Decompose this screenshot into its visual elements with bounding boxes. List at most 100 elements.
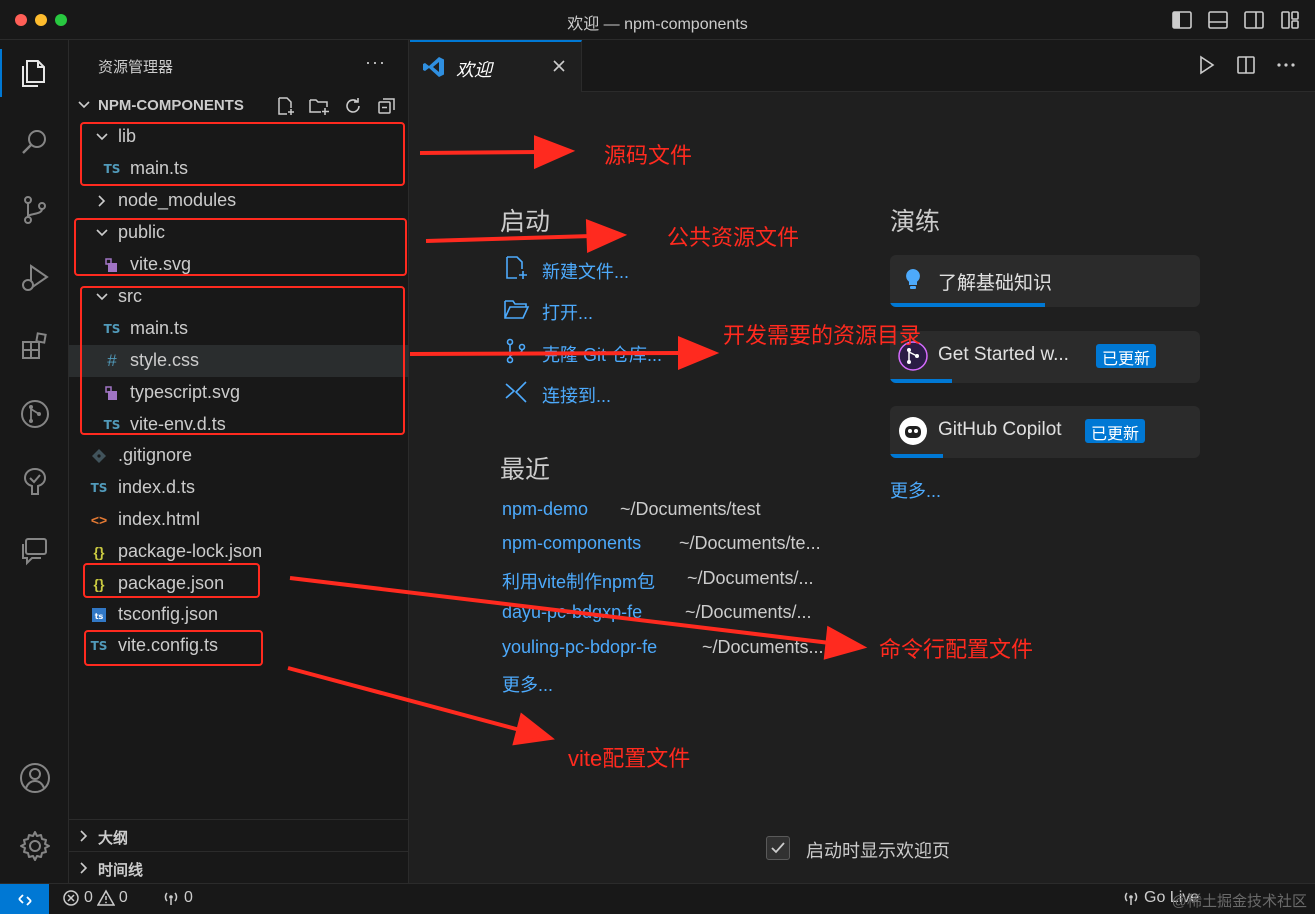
typescript-file-icon: TS	[103, 322, 121, 336]
explorer-title: 资源管理器	[98, 59, 174, 76]
new-folder-icon[interactable]	[308, 95, 330, 117]
refresh-icon[interactable]	[342, 95, 364, 117]
chevron-down-icon	[96, 293, 108, 301]
html-file-icon: <>	[90, 512, 108, 528]
tree-folder-src[interactable]: src	[69, 281, 409, 313]
outline-label: 大纲	[98, 830, 129, 847]
accounts-icon[interactable]	[0, 748, 69, 808]
tree-folder-node-modules[interactable]: node_modules	[69, 185, 409, 217]
show-welcome-label: 启动时显示欢迎页	[806, 841, 950, 861]
start-item-label: 打开...	[542, 303, 594, 323]
broadcast-icon	[1124, 892, 1138, 905]
tree-file-vite-config-ts[interactable]: TS vite.config.ts	[69, 630, 409, 662]
tree-item-label: style.css	[130, 350, 200, 370]
collapse-all-icon[interactable]	[376, 95, 398, 117]
customize-layout-icon[interactable]	[1279, 9, 1301, 31]
show-welcome-checkbox[interactable]	[766, 836, 790, 860]
activity-bar	[0, 40, 69, 883]
svg-file-icon	[105, 258, 117, 272]
tree-file-index-d-ts[interactable]: TS index.d.ts	[69, 472, 409, 504]
outline-section[interactable]: 大纲	[69, 819, 409, 851]
run-icon[interactable]	[1195, 54, 1217, 76]
new-file-link[interactable]: 新建文件...	[502, 253, 629, 283]
tree-item-label: typescript.svg	[130, 382, 241, 402]
more-actions-button[interactable]: ···	[365, 52, 386, 73]
recent-item-name[interactable]: npm-demo	[502, 499, 588, 520]
tree-file-package-json[interactable]: {} package.json	[69, 568, 409, 600]
ports-indicator[interactable]: 0	[162, 889, 193, 907]
error-count: 0	[84, 889, 93, 906]
close-icon[interactable]	[550, 57, 568, 75]
walkthroughs-heading: 演练	[890, 208, 941, 236]
editor-area: 欢迎 启动 新建文件... 打开... 克隆 Git 仓库... 连接到... …	[410, 40, 1315, 883]
source-control-icon	[506, 338, 526, 364]
json-file-icon: {}	[93, 544, 105, 560]
git-file-icon	[92, 449, 106, 463]
tree-file-gitignore[interactable]: .gitignore	[69, 440, 409, 472]
tree-file-style-css[interactable]: # style.css	[69, 345, 409, 377]
start-heading: 启动	[500, 208, 551, 236]
project-title: NPM-COMPONENTS	[98, 97, 244, 114]
toggle-primary-sidebar-icon[interactable]	[1171, 9, 1193, 31]
ports-count: 0	[184, 889, 193, 906]
search-icon[interactable]	[0, 112, 69, 172]
folder-open-icon	[504, 300, 530, 319]
tree-file-package-lock-json[interactable]: {} package-lock.json	[69, 536, 409, 568]
tree-item-label: tsconfig.json	[118, 604, 219, 624]
tree-file-vite-svg[interactable]: vite.svg	[69, 249, 409, 281]
tree-file-src-main-ts[interactable]: TS main.ts	[69, 313, 409, 345]
new-file-icon	[506, 256, 527, 279]
tree-item-label: src	[118, 286, 142, 306]
explorer-sidebar: 资源管理器 ··· NPM-COMPONENTS lib TS main.ts …	[69, 40, 409, 883]
recent-item-name[interactable]: dayu-pc-bdgxp-fe	[502, 602, 642, 623]
new-file-icon[interactable]	[274, 95, 296, 117]
tree-file-tsconfig-json[interactable]: ts tsconfig.json	[69, 599, 409, 631]
clone-git-link[interactable]: 克隆 Git 仓库...	[502, 336, 662, 366]
tree-file-typescript-svg[interactable]: typescript.svg	[69, 377, 409, 409]
split-editor-icon[interactable]	[1235, 54, 1257, 76]
walkthrough-card-basics[interactable]: 了解基础知识	[890, 255, 1200, 307]
walkthroughs-more-link[interactable]: 更多...	[890, 477, 941, 503]
chat-icon[interactable]	[0, 520, 69, 580]
recent-more-link[interactable]: 更多...	[502, 671, 553, 697]
tree-file-vite-env-d-ts[interactable]: TS vite-env.d.ts	[69, 409, 409, 441]
tree-file-lib-main-ts[interactable]: TS main.ts	[69, 153, 409, 185]
tree-file-index-html[interactable]: <> index.html	[69, 504, 409, 536]
tab-label: 欢迎	[456, 60, 492, 80]
recent-item-name[interactable]: npm-components	[502, 533, 641, 554]
start-item-label: 连接到...	[542, 386, 612, 406]
recent-item-path: ~/Documents/...	[685, 602, 812, 622]
remote-connect-icon	[505, 381, 527, 403]
chevron-right-icon	[98, 195, 106, 207]
project-header[interactable]: NPM-COMPONENTS	[69, 92, 409, 120]
timeline-section[interactable]: 时间线	[69, 851, 409, 883]
source-control-icon[interactable]	[0, 180, 69, 240]
tree-folder-public[interactable]: public	[69, 217, 409, 249]
tree-item-label: main.ts	[130, 158, 189, 178]
typescript-file-icon: TS	[103, 418, 121, 432]
tree-item-label: vite.svg	[130, 254, 192, 274]
tab-welcome[interactable]: 欢迎	[410, 40, 582, 92]
walkthrough-card-copilot[interactable]: GitHub Copilot 已更新	[890, 406, 1200, 458]
more-actions-icon[interactable]	[1275, 54, 1297, 76]
recent-item-name[interactable]: youling-pc-bdopr-fe	[502, 637, 657, 658]
tree-folder-lib[interactable]: lib	[69, 121, 409, 153]
explorer-icon[interactable]	[0, 43, 69, 103]
git-graph-icon[interactable]	[0, 384, 69, 444]
run-debug-icon[interactable]	[0, 248, 69, 308]
remote-indicator[interactable]	[0, 884, 49, 914]
error-icon	[63, 890, 79, 906]
toggle-panel-icon[interactable]	[1207, 9, 1229, 31]
open-link[interactable]: 打开...	[502, 294, 593, 324]
title-bar: 欢迎 — npm-components	[0, 0, 1315, 40]
settings-gear-icon[interactable]	[0, 816, 69, 876]
connect-to-link[interactable]: 连接到...	[502, 377, 611, 407]
problems-indicator[interactable]: 0 0	[62, 889, 128, 907]
recent-item-name[interactable]: 利用vite制作npm包	[502, 568, 655, 594]
git-graph-badge-icon	[898, 341, 928, 371]
walkthrough-card-get-started[interactable]: Get Started w... 已更新	[890, 331, 1200, 383]
extensions-icon[interactable]	[0, 316, 69, 376]
remote-explorer-icon[interactable]	[0, 452, 69, 512]
toggle-secondary-sidebar-icon[interactable]	[1243, 9, 1265, 31]
tree-item-label: .gitignore	[118, 445, 193, 465]
